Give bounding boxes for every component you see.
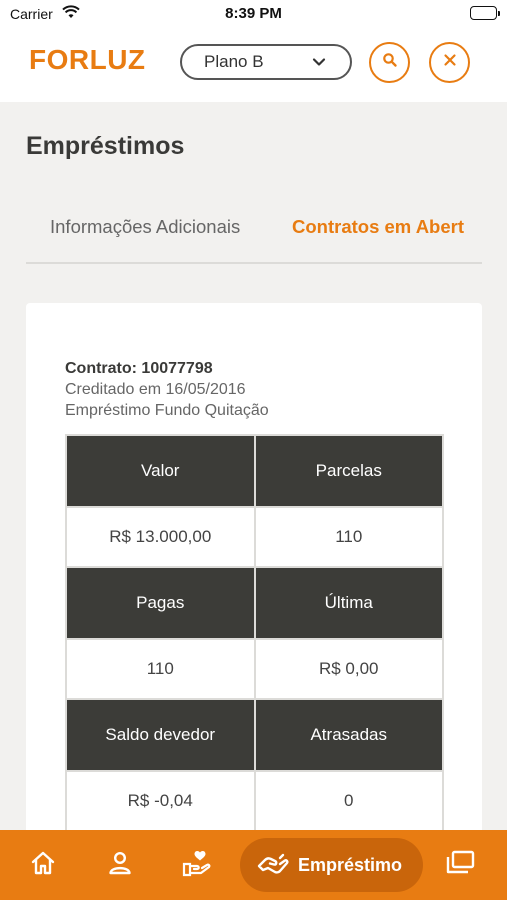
header-saldo-devedor: Saldo devedor xyxy=(65,698,256,772)
value-ultima: R$ 0,00 xyxy=(253,638,444,700)
nav-benefits-button[interactable] xyxy=(180,848,214,882)
table-value-row: 110 R$ 0,00 xyxy=(65,638,444,700)
value-pagas: 110 xyxy=(65,638,256,700)
profile-icon xyxy=(106,849,134,882)
contract-credited-date: Creditado em 16/05/2016 xyxy=(65,381,246,398)
table-value-row: R$ -0,04 0 xyxy=(65,770,444,832)
tab-contratos-em-aberto[interactable]: Contratos em Abert xyxy=(292,216,464,238)
nav-loan-label: Empréstimo xyxy=(298,854,403,875)
tab-informacoes-adicionais[interactable]: Informações Adicionais xyxy=(50,216,240,238)
table-header-row: Pagas Última xyxy=(65,566,444,640)
loan-icon xyxy=(256,848,290,883)
search-icon xyxy=(382,52,398,73)
header-ultima: Última xyxy=(253,566,444,640)
bottom-nav: Empréstimo xyxy=(0,830,507,900)
close-button[interactable] xyxy=(429,42,470,83)
value-atrasadas: 0 xyxy=(253,770,444,832)
benefits-icon xyxy=(181,848,213,883)
contract-details-table: Valor Parcelas R$ 13.000,00 110 Pagas Úl… xyxy=(65,434,444,832)
chevron-down-icon xyxy=(312,54,326,74)
contract-loan-type: Empréstimo Fundo Quitação xyxy=(65,402,269,419)
value-parcelas: 110 xyxy=(253,506,444,568)
page-title: Empréstimos xyxy=(26,132,185,160)
contract-card: Contrato: 10077798 Creditado em 16/05/20… xyxy=(26,303,482,863)
header-pagas: Pagas xyxy=(65,566,256,640)
nav-loan-button[interactable]: Empréstimo xyxy=(240,838,423,892)
app-header: FORLUZ Plano B xyxy=(0,30,507,102)
value-valor: R$ 13.000,00 xyxy=(65,506,256,568)
home-icon xyxy=(29,849,57,882)
status-bar: Carrier 8:39 PM xyxy=(0,0,507,30)
plan-select-value: Plano B xyxy=(204,52,264,71)
header-atrasadas: Atrasadas xyxy=(253,698,444,772)
status-time: 8:39 PM xyxy=(225,5,282,22)
battery-icon xyxy=(470,6,500,20)
forluz-logo: FORLUZ xyxy=(29,44,146,75)
table-header-row: Saldo devedor Atrasadas xyxy=(65,698,444,772)
nav-profile-button[interactable] xyxy=(103,848,137,882)
nav-home-button[interactable] xyxy=(26,848,60,882)
table-value-row: R$ 13.000,00 110 xyxy=(65,506,444,568)
documents-icon xyxy=(444,849,476,882)
header-parcelas: Parcelas xyxy=(253,434,444,508)
table-header-row: Valor Parcelas xyxy=(65,434,444,508)
header-valor: Valor xyxy=(65,434,256,508)
plan-select[interactable]: Plano B xyxy=(180,44,352,80)
value-saldo-devedor: R$ -0,04 xyxy=(65,770,256,832)
contract-number: Contrato: 10077798 xyxy=(65,360,213,377)
nav-documents-button[interactable] xyxy=(443,848,477,882)
tab-bar: Informações Adicionais Contratos em Aber… xyxy=(26,200,482,264)
close-icon xyxy=(443,53,457,72)
search-button[interactable] xyxy=(369,42,410,83)
